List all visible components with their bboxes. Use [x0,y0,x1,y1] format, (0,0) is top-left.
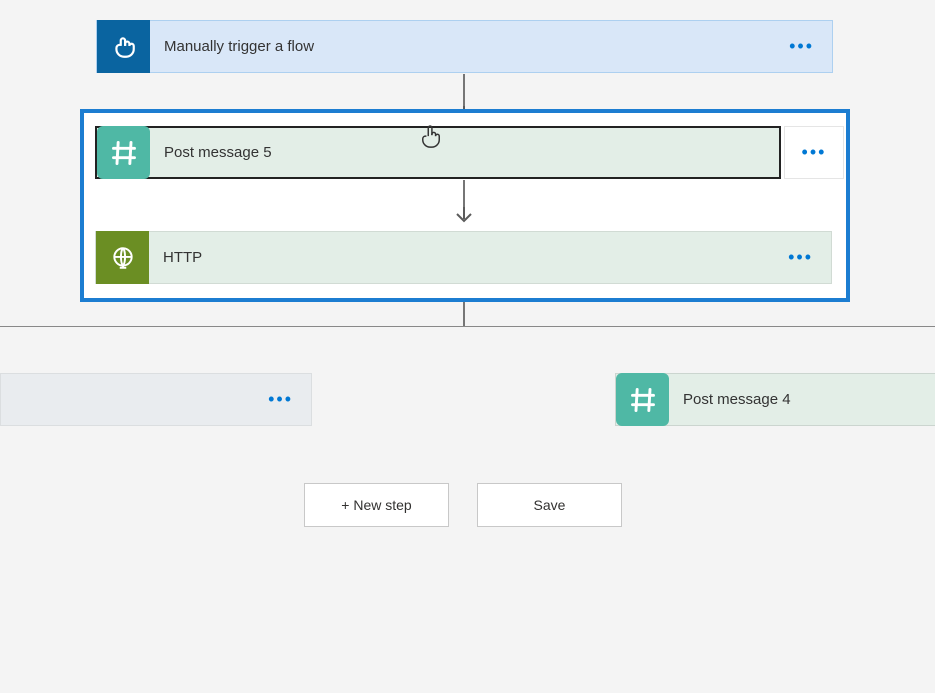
branch-left-more-menu[interactable]: ••• [250,374,311,425]
trigger-more-menu[interactable]: ••• [771,21,832,72]
post-message-5-more-menu[interactable]: ••• [784,126,844,179]
slack-hash-icon [616,373,669,426]
slack-hash-icon [97,126,150,179]
connector-line [463,74,465,109]
trigger-label: Manually trigger a flow [150,38,771,55]
http-more-menu[interactable]: ••• [770,232,831,283]
new-step-label: + New step [341,497,411,513]
save-label: Save [534,497,566,513]
post-message-4-card[interactable]: Post message 4 [615,373,935,426]
branch-line [0,326,935,327]
http-globe-icon [96,231,149,284]
manual-trigger-icon [97,20,150,73]
save-button[interactable]: Save [477,483,622,527]
post-message-5-card[interactable]: Post message 5 [95,126,781,179]
connector-line [463,302,465,326]
post-message-4-label: Post message 4 [669,391,935,408]
arrow-down-icon [453,206,475,224]
branch-left-card[interactable]: ••• [0,373,312,426]
new-step-button[interactable]: + New step [304,483,449,527]
http-card[interactable]: HTTP ••• [95,231,832,284]
http-label: HTTP [149,249,770,266]
post-message-5-label: Post message 5 [150,144,779,161]
trigger-card[interactable]: Manually trigger a flow ••• [96,20,833,73]
